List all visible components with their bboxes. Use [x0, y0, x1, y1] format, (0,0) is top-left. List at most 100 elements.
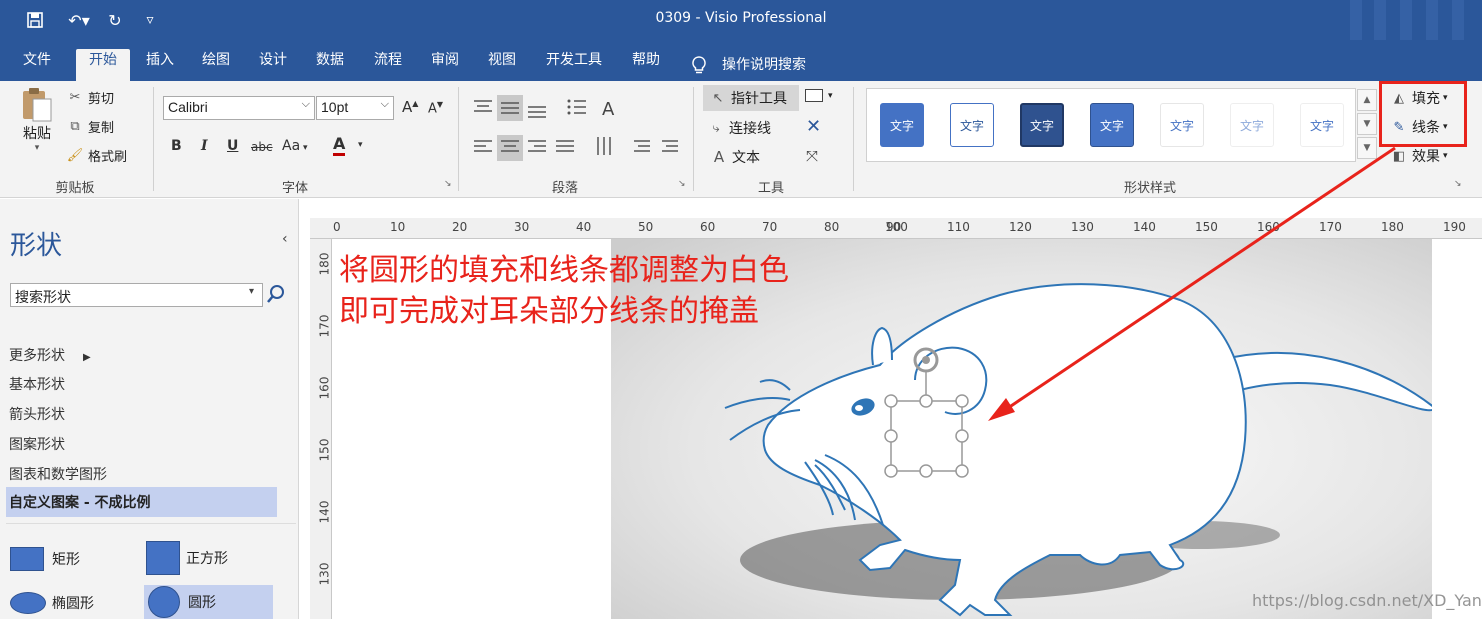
ellipse-shape-icon: [10, 592, 46, 614]
font-size-select[interactable]: 10pt ⌵: [316, 96, 394, 120]
watermark: https://blog.csdn.net/XD_Yangi: [1252, 591, 1482, 610]
shape-search-input[interactable]: 搜索形状 ▾: [10, 283, 263, 307]
ruler-tick: 100: [885, 220, 908, 234]
connection-point-icon[interactable]: ⤧: [806, 147, 818, 165]
stencil-item[interactable]: 箭头形状: [9, 404, 65, 424]
strikethrough-button[interactable]: abc: [251, 140, 273, 154]
master-rectangle[interactable]: 矩形: [10, 541, 140, 577]
style-tile-label: 文字: [1099, 118, 1124, 133]
connector-tool-label: 连接线: [729, 121, 771, 137]
italic-button[interactable]: I: [201, 138, 208, 154]
change-case-glyph: Aa: [282, 138, 301, 154]
text-tool-label: 文本: [732, 150, 760, 166]
cut-button[interactable]: ✂ 剪切: [66, 88, 114, 107]
tab-developer[interactable]: 开发工具: [538, 49, 610, 81]
stencil-item[interactable]: 基本形状: [9, 374, 65, 394]
search-icon[interactable]: [265, 283, 287, 305]
master-label: 圆形: [188, 595, 216, 611]
ruler-tick: 40: [576, 220, 592, 234]
paragraph-group-label: 段落: [551, 181, 578, 196]
gallery-scroll-up-icon[interactable]: ▲: [1357, 89, 1377, 111]
gallery-scroll-down-icon[interactable]: ▼: [1357, 113, 1377, 135]
ruler-tick: 0: [333, 220, 341, 234]
fill-label: 填充: [1412, 91, 1440, 107]
window-title: 0309 - Visio Professional: [655, 10, 827, 26]
connector-icon: ⤷: [712, 120, 720, 136]
more-shapes-item[interactable]: 更多形状 ▶: [9, 345, 91, 365]
square-shape-icon: [146, 541, 180, 575]
more-shapes-label: 更多形状: [9, 348, 65, 364]
fill-button[interactable]: ◭ 填充 ▾: [1390, 88, 1448, 108]
text-tool-button[interactable]: A 文本: [710, 147, 760, 167]
tab-insert[interactable]: 插入: [138, 49, 182, 81]
tab-data[interactable]: 数据: [308, 49, 352, 81]
chevron-down-icon: ▾: [1443, 151, 1448, 161]
rectangle-shape-icon: [10, 547, 44, 571]
font-color-glyph: A: [333, 134, 346, 153]
line-label: 线条: [1412, 120, 1440, 136]
shrink-font-button[interactable]: A▼: [428, 100, 443, 116]
style-tile-label: 文字: [959, 118, 984, 133]
svg-text:A: A: [602, 99, 615, 120]
line-button[interactable]: ✎ 线条 ▾: [1390, 117, 1448, 137]
paragraph-dialog-launcher-icon[interactable]: ↘: [678, 179, 686, 189]
shapes-panel: 形状 ‹ 搜索形状 ▾ 更多形状 ▶ 基本形状 箭头形状 图案形状 图表和数学图形…: [0, 199, 299, 619]
master-ellipse[interactable]: 椭圆形: [10, 587, 140, 619]
ruler-tick: 30: [514, 220, 530, 234]
close-icon[interactable]: ✕: [806, 116, 821, 137]
shape-styles-dialog-launcher-icon[interactable]: ↘: [1454, 179, 1462, 189]
font-name-select[interactable]: Calibri ⌵: [163, 96, 315, 120]
master-square[interactable]: 正方形: [146, 539, 276, 577]
vertical-ruler: 180 170 160 150 140 130: [310, 239, 332, 619]
font-dialog-launcher-icon[interactable]: ↘: [444, 179, 452, 189]
tab-process[interactable]: 流程: [366, 49, 410, 81]
font-color-dropdown-icon[interactable]: ▾: [358, 140, 363, 150]
collapse-panel-icon[interactable]: ‹: [282, 231, 288, 247]
bold-button[interactable]: B: [171, 138, 182, 154]
grow-font-button[interactable]: A▲: [402, 98, 418, 116]
rectangle-icon: [805, 89, 823, 102]
stencil-item[interactable]: 图案形状: [9, 434, 65, 454]
chevron-right-icon: ▶: [83, 352, 91, 363]
annotation-line-2: 即可完成对耳朵部分线条的掩盖: [339, 294, 759, 329]
tab-home[interactable]: 开始: [76, 49, 130, 81]
underline-button[interactable]: U: [227, 138, 238, 154]
cut-label: 剪切: [88, 92, 115, 107]
format-painter-button[interactable]: 🖌 格式刷: [66, 146, 127, 165]
tab-review[interactable]: 审阅: [423, 49, 467, 81]
paint-bucket-icon: ◭: [1394, 90, 1404, 106]
tools-group-label: 工具: [757, 181, 784, 196]
ruler-tick: 10: [390, 220, 406, 234]
master-label: 椭圆形: [52, 596, 94, 612]
rectangle-tool-button[interactable]: ▾: [805, 89, 833, 102]
master-label: 矩形: [52, 552, 80, 568]
ruler-tick: 150: [317, 438, 332, 462]
style-tile[interactable]: 文字: [880, 103, 924, 147]
ribbon-tabs: 文件 开始 插入 绘图 设计 数据 流程 审阅 视图 开发工具 帮助 操作说明搜…: [0, 40, 1482, 81]
tab-design[interactable]: 设计: [251, 49, 295, 81]
stencil-item-selected[interactable]: 自定义图案 - 不成比例: [6, 487, 277, 517]
paste-dropdown-icon: ▾: [34, 143, 40, 153]
copy-button[interactable]: ⧉ 复制: [66, 117, 114, 136]
paste-button[interactable]: 粘贴 ▾: [18, 87, 56, 153]
separator: [458, 87, 459, 191]
format-painter-label: 格式刷: [88, 150, 128, 165]
separator: [153, 87, 154, 191]
tab-view[interactable]: 视图: [480, 49, 524, 81]
connector-tool-button[interactable]: ⤷ 连接线: [707, 118, 771, 138]
text-icon: A: [713, 148, 725, 166]
circle-shape-icon: [148, 586, 180, 618]
pointer-tool-button[interactable]: ↖ 指针工具: [703, 85, 799, 111]
tab-draw[interactable]: 绘图: [194, 49, 238, 81]
stencil-item[interactable]: 图表和数学图形: [9, 464, 107, 484]
tab-file[interactable]: 文件: [14, 49, 60, 81]
font-color-button[interactable]: A: [333, 134, 346, 156]
shrink-font-glyph: A: [428, 101, 437, 117]
style-tile-label: 文字: [1029, 118, 1054, 133]
change-case-button[interactable]: Aa ▾: [282, 138, 308, 154]
tab-help[interactable]: 帮助: [624, 49, 668, 81]
master-circle[interactable]: 圆形: [144, 585, 273, 619]
tell-me-search[interactable]: 操作说明搜索: [690, 49, 820, 81]
chevron-down-icon[interactable]: ▾: [249, 286, 254, 297]
separator: [693, 87, 694, 191]
